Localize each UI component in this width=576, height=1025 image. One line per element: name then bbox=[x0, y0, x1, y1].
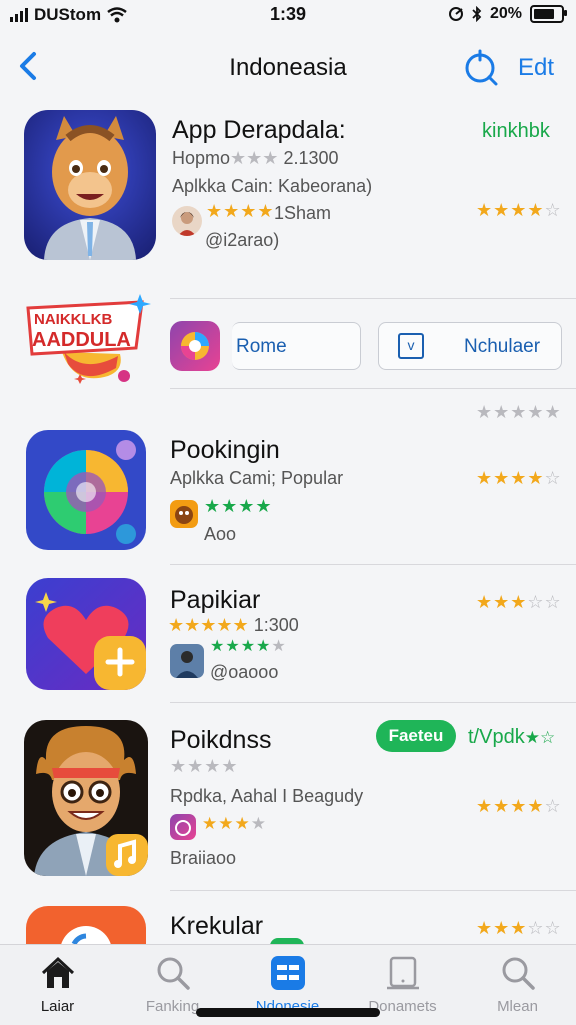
featured-author: @i2arao) bbox=[205, 230, 280, 250]
app-1-footer: Aoo bbox=[204, 524, 237, 544]
app-1-mini-stars: ★★★★ bbox=[204, 496, 273, 516]
app-1-subtitle: Aplkka Cami; Popular bbox=[170, 468, 344, 488]
promo-button-2-icon[interactable]: v bbox=[398, 333, 424, 359]
app-2-mini-icon bbox=[170, 644, 204, 678]
tablet-icon bbox=[387, 956, 419, 990]
divider bbox=[170, 564, 576, 565]
featured-rating-count: 1Sham bbox=[274, 203, 332, 223]
app-1-name[interactable]: Pookingin bbox=[170, 436, 280, 465]
app-4-name[interactable]: Krekular bbox=[170, 912, 263, 941]
tab-laiar-label: Laiar bbox=[40, 998, 75, 1015]
app-4-icon[interactable] bbox=[26, 906, 146, 944]
divider bbox=[170, 702, 576, 703]
featured-author-avatar bbox=[172, 206, 202, 236]
app-3-footer: Braiiaoo bbox=[170, 848, 237, 868]
featured-sub1-stars: ★★★ bbox=[230, 148, 279, 168]
battery-icon bbox=[530, 5, 567, 23]
promo-app-icon[interactable] bbox=[170, 321, 220, 371]
bluetooth-icon bbox=[472, 6, 482, 22]
nav-bar: Indoneasia Edt bbox=[0, 40, 576, 94]
app-1-icon[interactable] bbox=[26, 430, 146, 550]
home-indicator[interactable] bbox=[196, 1008, 380, 1017]
tab-mlean-label: Mlean bbox=[497, 998, 538, 1015]
promo-button-2-label[interactable]: Nchulaer bbox=[464, 336, 540, 358]
featured-sub1: Hopmo★★★ 2.1300 bbox=[172, 148, 339, 168]
app-1-mini-icon bbox=[170, 500, 198, 528]
app-3-icon[interactable] bbox=[24, 720, 148, 876]
app-3-mini-icon bbox=[170, 814, 196, 840]
app-4-rating-stars: ★★★☆☆ bbox=[476, 918, 562, 938]
search-icon[interactable] bbox=[462, 48, 500, 86]
promo-button-1-label[interactable]: Rome bbox=[236, 336, 287, 358]
featured-right-label[interactable]: kinkhbk bbox=[482, 120, 550, 143]
status-right: 20% bbox=[448, 5, 567, 23]
divider bbox=[170, 388, 576, 389]
app-3-mini-stars: ★★★★ bbox=[202, 814, 267, 833]
divider bbox=[170, 890, 576, 891]
tab-laiar[interactable]: Laiar bbox=[0, 945, 115, 1025]
app-2-rating-stars: ★★★☆☆ bbox=[476, 592, 562, 612]
promo-banner-text-2: AADDULA bbox=[32, 329, 131, 351]
app-3-rating-stars: ★★★★☆ bbox=[476, 796, 562, 816]
featured-rating-stars: ★★★★☆ bbox=[476, 200, 562, 220]
app-2-name[interactable]: Papikiar bbox=[170, 586, 260, 615]
featured-app-name[interactable]: App Derapdala: bbox=[172, 116, 346, 145]
status-bar: DUStom 1:39 20% bbox=[0, 0, 576, 30]
promo-rating-stars: ★★★★★ bbox=[476, 402, 562, 422]
featured-stars: ★★★★ bbox=[206, 201, 275, 221]
app-1-rating-stars: ★★★★☆ bbox=[476, 468, 562, 488]
app-2-mini-stars: ★★★★★ bbox=[210, 638, 287, 655]
divider bbox=[170, 298, 576, 299]
battery-percent: 20% bbox=[489, 5, 522, 22]
search-icon bbox=[157, 957, 190, 990]
app-2-subtitle: ★★★★★ 1:300 bbox=[168, 615, 299, 635]
app-2-icon[interactable] bbox=[26, 578, 146, 690]
location-icon bbox=[448, 7, 463, 21]
featured-sub2: Aplkka Cain: Kabeorana) bbox=[172, 176, 373, 196]
featured-app-icon[interactable] bbox=[24, 110, 156, 260]
app-2-footer: @oaooo bbox=[210, 662, 279, 682]
grid-icon bbox=[271, 956, 305, 990]
app-3-subtitle: Rpdka, Aahal I Beagudy bbox=[170, 786, 364, 806]
search-icon bbox=[502, 957, 535, 990]
app-3-badge[interactable]: Faeteu bbox=[376, 720, 456, 752]
app-3-sub-stars: ★★★★ bbox=[170, 756, 239, 776]
edit-button[interactable]: Edt bbox=[518, 54, 554, 82]
promo-banner[interactable]: NAIKKLKB AADDULA bbox=[24, 290, 154, 390]
promo-banner-text-1: NAIKKLKB bbox=[34, 311, 112, 328]
app-3-right-label[interactable]: t/Vpdk★☆ bbox=[468, 726, 555, 749]
home-icon bbox=[41, 956, 75, 988]
app-3-name[interactable]: Poikdnss bbox=[170, 726, 271, 755]
tab-mlean[interactable]: Mlean bbox=[460, 945, 575, 1025]
